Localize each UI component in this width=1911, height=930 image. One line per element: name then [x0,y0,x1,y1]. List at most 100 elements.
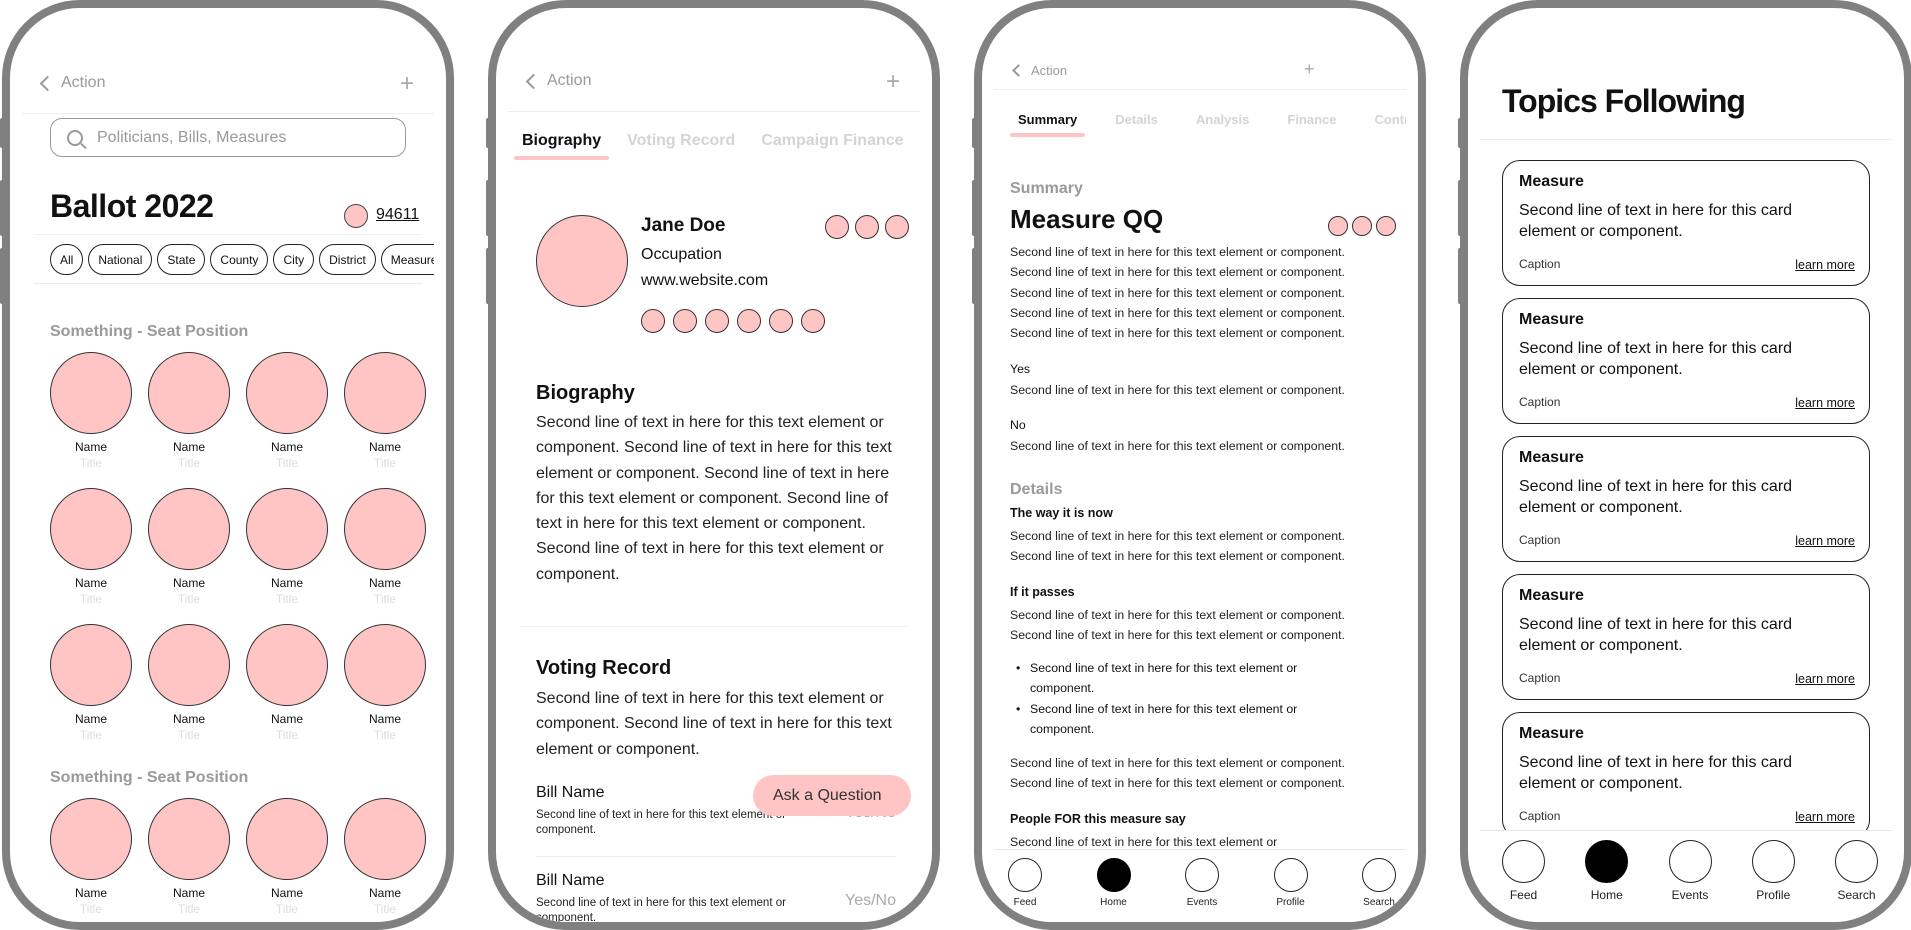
filter-chip-city[interactable]: City [273,244,315,275]
candidate-item[interactable]: Name Title [246,352,328,470]
candidate-item[interactable]: Name Title [148,352,230,470]
profile-name: Jane Doe [641,215,726,236]
feed-icon [1502,840,1545,883]
learn-more-link[interactable]: learn more [1795,258,1855,272]
topic-card[interactable]: Measure Second line of text in here for t… [1502,712,1870,838]
search-input[interactable] [97,128,385,147]
learn-more-link[interactable]: learn more [1795,534,1855,548]
zip-code-link[interactable]: 94611 [376,206,419,224]
tab-bar-label: Search [1363,897,1395,908]
bill-row[interactable]: Bill Name Second line of text in here fo… [536,872,896,922]
if-passes-heading: If it passes [1010,585,1075,599]
chevron-left-icon [1012,64,1025,77]
tab-bar-item-events[interactable]: Events [1668,840,1712,922]
action-icon[interactable] [885,215,909,239]
side-button [0,248,6,304]
candidate-item[interactable]: Name Title [50,352,132,470]
tab-bar-label: Home [1590,888,1623,902]
action-icon[interactable] [1376,216,1396,236]
avatar [148,624,230,706]
topic-card[interactable]: Measure Second line of text in here for t… [1502,298,1870,424]
plus-icon[interactable]: + [1304,59,1315,80]
filter-chip-national[interactable]: National [88,244,153,275]
tab-analysis[interactable]: Analysis [1196,112,1249,127]
candidate-item[interactable]: Name Title [344,352,426,470]
bullet-item: Second line of text in here for this tex… [1016,658,1346,699]
tab-bar-item-feed[interactable]: Feed [1502,840,1545,922]
topic-card[interactable]: Measure Second line of text in here for t… [1502,436,1870,562]
avatar [246,798,328,880]
filter-chip-county[interactable]: County [210,244,269,275]
tab-voting-record[interactable]: Voting Record [627,132,735,150]
social-icon[interactable] [641,309,665,333]
candidate-item[interactable]: Name Title [344,488,426,606]
tab-bar-item-events[interactable]: Events [1185,858,1219,922]
bullet-item: Second line of text in here for this tex… [1016,699,1346,740]
tab-finance[interactable]: Finance [1287,112,1336,127]
phone-measure: Action + Summary Details Analysis Finance Co… [974,0,1426,930]
ask-question-button[interactable]: Ask a Question [753,775,911,816]
candidate-item[interactable]: Name Title [50,624,132,742]
no-text: Second line of text in here for this tex… [1010,439,1345,453]
candidate-item[interactable]: Name Title [344,798,426,916]
tab-bar-label: Feed [1013,897,1037,908]
feed-icon [1008,858,1042,892]
back-button[interactable]: Action [524,72,591,90]
page-title: Ballot 2022 [50,188,214,224]
filter-chip-state[interactable]: State [157,244,206,275]
profile-icon [1273,858,1308,892]
action-icon[interactable] [1352,216,1372,236]
tab-bar-item-search[interactable]: Search [1835,840,1878,922]
people-for-heading: People FOR this measure say [1010,812,1186,826]
tab-bar-item-profile[interactable]: Profile [1751,840,1795,922]
tab-biography[interactable]: Biography [513,132,610,160]
bill-name: Bill Name [536,872,605,889]
back-button[interactable]: Action [38,74,105,92]
candidate-item[interactable]: Name Title [50,798,132,916]
card-heading: Measure [1519,173,1584,190]
social-icon[interactable] [737,309,761,333]
action-icon[interactable] [855,215,879,239]
social-icon[interactable] [705,309,729,333]
candidate-item[interactable]: Name Title [246,488,328,606]
candidate-item[interactable]: Name Title [246,624,328,742]
action-icon[interactable] [1328,216,1348,236]
nav-bar: Action + [994,56,1406,90]
candidate-title: Title [373,902,397,916]
tab-bar-item-feed[interactable]: Feed [1008,858,1042,922]
social-icon[interactable] [801,309,825,333]
filter-chip-measures[interactable]: Measures [380,244,434,275]
plus-icon[interactable]: + [886,68,900,96]
tab-summary[interactable]: Summary [1009,112,1086,137]
back-button[interactable]: Action [1010,63,1067,78]
candidate-item[interactable]: Name Title [148,624,230,742]
tab-campaign-finance[interactable]: Campaign Finance [761,132,903,150]
candidate-item[interactable]: Name Title [246,798,328,916]
candidate-item[interactable]: Name Title [50,488,132,606]
tab-bar-item-profile[interactable]: Profile [1273,858,1308,922]
filter-chip-district[interactable]: District [319,244,376,275]
tab-bar-item-home[interactable]: Home [1585,840,1629,922]
tab-bar-label: Search [1837,888,1876,902]
tab-contr[interactable]: Contr [1375,112,1407,127]
candidate-item[interactable]: Name Title [148,798,230,916]
social-icon[interactable] [769,309,793,333]
side-button [486,248,492,304]
topic-card[interactable]: Measure Second line of text in here for t… [1502,574,1870,700]
learn-more-link[interactable]: learn more [1795,810,1855,824]
avatar [246,352,328,434]
social-icon[interactable] [673,309,697,333]
filter-chip-all[interactable]: All [50,244,84,275]
candidate-item[interactable]: Name Title [148,488,230,606]
search-field[interactable] [50,118,406,157]
profile-website-link[interactable]: www.website.com [641,272,768,290]
topic-card[interactable]: Measure Second line of text in here for t… [1502,160,1870,286]
plus-icon[interactable]: + [400,70,414,98]
learn-more-link[interactable]: learn more [1795,396,1855,410]
tab-details[interactable]: Details [1115,112,1158,127]
learn-more-link[interactable]: learn more [1795,672,1855,686]
tab-bar-item-search[interactable]: Search [1362,858,1396,922]
candidate-item[interactable]: Name Title [344,624,426,742]
action-icon[interactable] [825,215,849,239]
tab-bar-item-home[interactable]: Home [1096,858,1131,922]
